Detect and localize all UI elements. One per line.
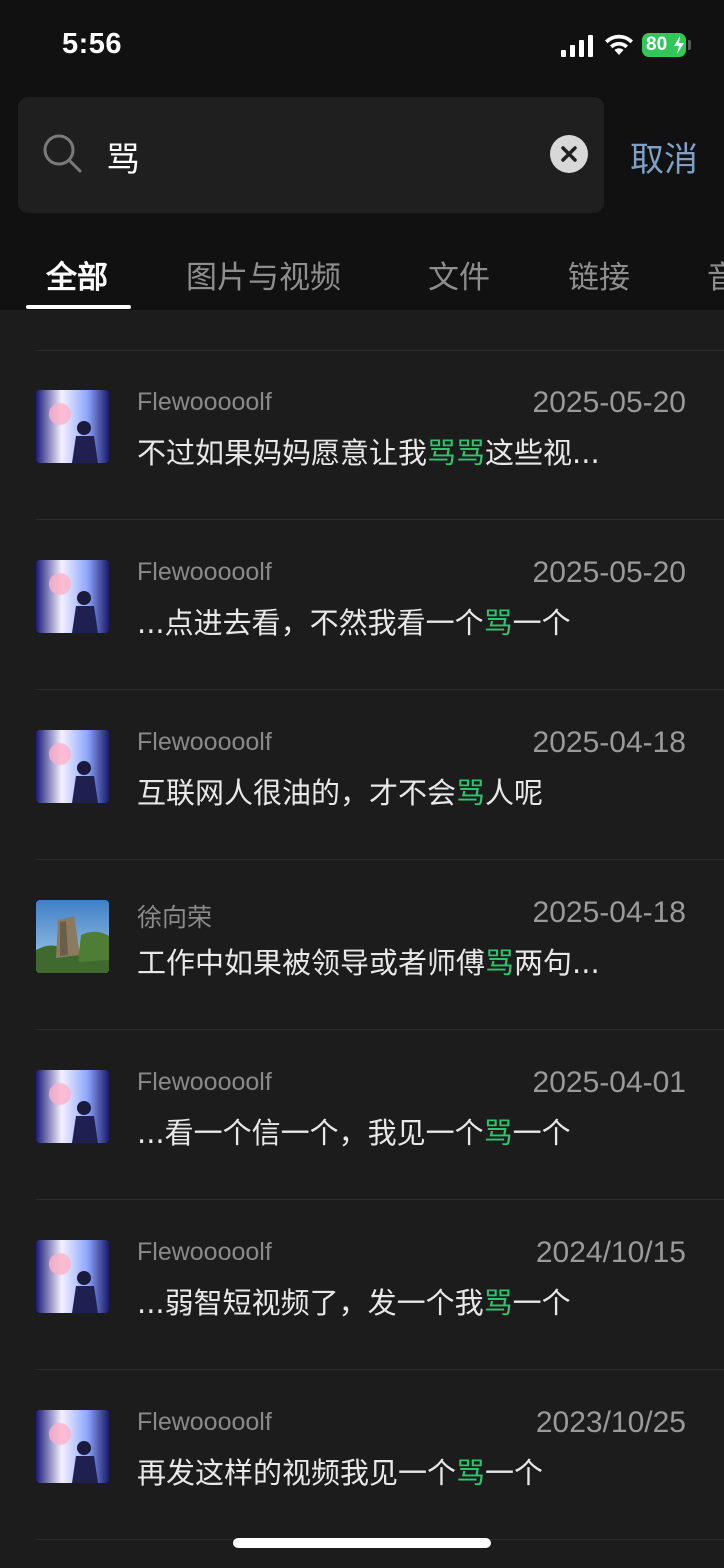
list-item[interactable]: Flewooooolf 2025-04-01 ...看一个信一个，我见一个骂一个 <box>0 1030 724 1200</box>
sender-name: Flewooooolf <box>137 1408 272 1436</box>
tab-all[interactable]: 全部 <box>46 252 108 297</box>
avatar <box>36 1240 109 1313</box>
avatar <box>36 1410 109 1483</box>
cellular-signal-icon <box>561 35 593 57</box>
wifi-icon <box>605 34 633 55</box>
avatar <box>36 1070 109 1143</box>
list-item[interactable]: Flewooooolf 2024/10/15 ...弱智短视频了，发一个我骂一个 <box>0 1200 724 1370</box>
highlighted-match: 骂 <box>456 1456 486 1490</box>
sender-name: Flewooooolf <box>137 1238 272 1266</box>
clear-search-button[interactable] <box>550 135 588 173</box>
search-results: Flewooooolf 2025-05-20 不过如果妈妈愿意让我骂骂这些视..… <box>0 310 724 1568</box>
highlighted-match: 骂 <box>483 1286 513 1320</box>
close-icon <box>561 146 577 162</box>
active-tab-indicator <box>26 305 131 309</box>
avatar <box>36 390 109 463</box>
message-snippet: ...点进去看，不然我看一个骂一个 <box>137 606 571 640</box>
cancel-button[interactable]: 取消 <box>630 132 698 181</box>
charging-bolt-icon <box>674 36 684 54</box>
message-snippet: ...看一个信一个，我见一个骂一个 <box>137 1116 571 1150</box>
home-indicator[interactable] <box>233 1538 491 1548</box>
sender-name: 徐向荣 <box>137 904 213 932</box>
highlighted-match: 骂骂 <box>427 436 486 470</box>
highlighted-match: 骂 <box>485 946 515 980</box>
search-icon <box>43 134 82 173</box>
filter-tabs: 全部 图片与视频 文件 链接 音 <box>0 232 724 310</box>
avatar <box>36 730 109 803</box>
tab-files[interactable]: 文件 <box>428 252 490 297</box>
search-input[interactable] <box>104 127 528 185</box>
list-item[interactable]: Flewooooolf 2023/10/25 再发这样的视频我见一个骂一个 <box>0 1370 724 1540</box>
sender-name: Flewooooolf <box>137 1068 272 1096</box>
list-item[interactable]: Flewooooolf 2025-05-20 ...点进去看，不然我看一个骂一个 <box>0 520 724 690</box>
status-time: 5:56 <box>62 28 123 60</box>
list-item[interactable]: Flewooooolf 2025-05-20 不过如果妈妈愿意让我骂骂这些视..… <box>0 350 724 520</box>
avatar <box>36 560 109 633</box>
list-item[interactable]: Flewooooolf 2025-04-18 互联网人很油的，才不会骂人呢 <box>0 690 724 860</box>
battery-level: 80 <box>646 34 668 55</box>
tab-links[interactable]: 链接 <box>568 252 630 297</box>
message-snippet: 工作中如果被领导或者师傅骂两句... <box>137 946 600 980</box>
highlighted-match: 骂 <box>456 776 486 810</box>
status-bar: 5:56 80 <box>0 0 724 92</box>
message-date: 2025-05-20 <box>532 386 686 419</box>
sender-name: Flewooooolf <box>137 558 272 586</box>
message-snippet: ...弱智短视频了，发一个我骂一个 <box>137 1286 571 1320</box>
message-snippet: 不过如果妈妈愿意让我骂骂这些视... <box>137 436 600 470</box>
message-date: 2025-04-18 <box>532 896 686 929</box>
message-date: 2024/10/15 <box>535 1236 686 1269</box>
search-box <box>18 97 604 213</box>
highlighted-match: 骂 <box>483 1116 513 1150</box>
message-date: 2023/10/25 <box>535 1406 686 1439</box>
list-item[interactable]: 徐向荣 2025-04-18 工作中如果被领导或者师傅骂两句... <box>0 860 724 1030</box>
tab-images-videos[interactable]: 图片与视频 <box>186 252 341 297</box>
message-date: 2025-05-20 <box>532 556 686 589</box>
message-snippet: 再发这样的视频我见一个骂一个 <box>137 1456 544 1490</box>
message-snippet: 互联网人很油的，才不会骂人呢 <box>137 776 544 810</box>
sender-name: Flewooooolf <box>137 388 272 416</box>
message-date: 2025-04-01 <box>532 1066 686 1099</box>
sender-name: Flewooooolf <box>137 728 272 756</box>
tab-audio[interactable]: 音 <box>707 252 724 297</box>
avatar <box>36 900 109 973</box>
highlighted-match: 骂 <box>483 606 513 640</box>
battery-cap <box>688 40 691 50</box>
message-date: 2025-04-18 <box>532 726 686 759</box>
